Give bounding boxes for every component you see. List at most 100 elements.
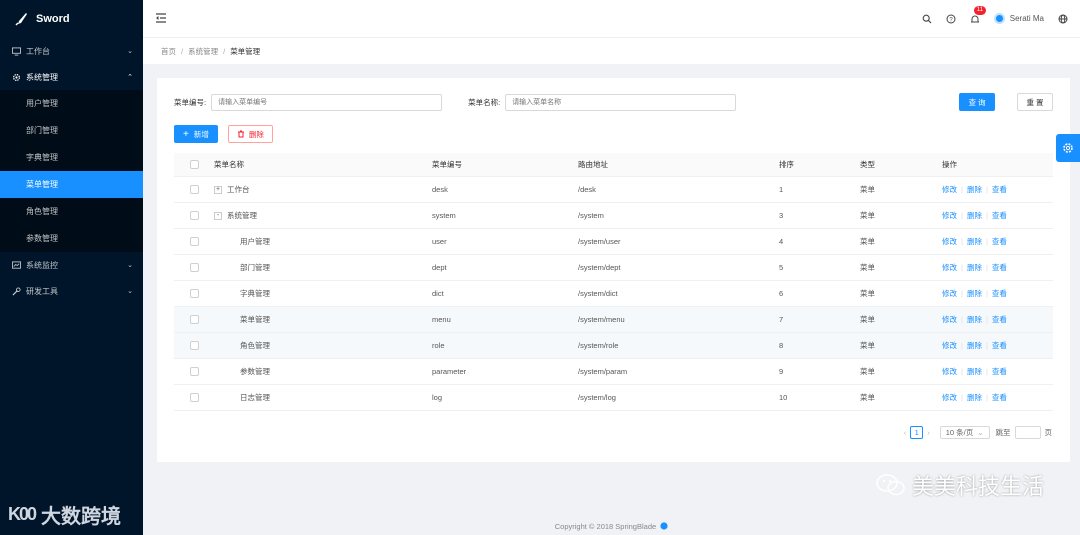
- menu-fold-icon[interactable]: [155, 12, 167, 24]
- sidebar-item-roles[interactable]: 角色管理: [0, 198, 143, 225]
- edit-link[interactable]: 修改: [942, 366, 957, 377]
- github-icon[interactable]: [660, 522, 668, 530]
- view-link[interactable]: 查看: [992, 340, 1007, 351]
- page-number[interactable]: 1: [910, 426, 924, 439]
- view-link[interactable]: 查看: [992, 392, 1007, 403]
- row-checkbox[interactable]: [189, 237, 199, 246]
- edit-link[interactable]: 修改: [942, 210, 957, 221]
- breadcrumb-system[interactable]: 系统管理: [188, 46, 218, 57]
- sidebar-group-workbench[interactable]: 工作台 ⌄: [0, 38, 143, 64]
- cell-name: 参数管理: [214, 359, 432, 384]
- next-page-icon[interactable]: ›: [927, 428, 930, 437]
- table-row[interactable]: 参数管理 parameter /system/param 9 菜单 修改 | 删除…: [174, 359, 1053, 385]
- menu-name: 菜单管理: [240, 315, 270, 324]
- table-row[interactable]: 角色管理 role /system/role 8 菜单 修改 | 删除 | 查看: [174, 333, 1053, 359]
- table-row[interactable]: 部门管理 dept /system/dept 5 菜单 修改 | 删除 | 查看: [174, 255, 1053, 281]
- view-link[interactable]: 查看: [992, 210, 1007, 221]
- notification-bell[interactable]: 11: [970, 5, 986, 24]
- select-all-checkbox[interactable]: [189, 160, 199, 169]
- delete-link[interactable]: 删除: [967, 210, 982, 221]
- add-button[interactable]: + 新增: [174, 125, 218, 143]
- cell-sort: 8: [779, 341, 784, 350]
- cell-code: desk: [432, 185, 448, 194]
- edit-link[interactable]: 修改: [942, 236, 957, 247]
- menu-name: 字典管理: [240, 289, 270, 298]
- view-link[interactable]: 查看: [992, 288, 1007, 299]
- row-checkbox[interactable]: [189, 289, 199, 298]
- sidebar-item-menus[interactable]: 菜单管理: [0, 171, 143, 198]
- help-icon[interactable]: ?: [946, 14, 956, 24]
- view-link[interactable]: 查看: [992, 262, 1007, 273]
- delete-link[interactable]: 删除: [967, 288, 982, 299]
- cell-ops: 修改 | 删除 | 查看: [942, 307, 1053, 332]
- delete-link[interactable]: 删除: [967, 392, 982, 403]
- jump-page-input[interactable]: [1014, 426, 1041, 439]
- collapse-icon[interactable]: -: [214, 211, 222, 220]
- menu-code-input[interactable]: [211, 93, 443, 111]
- row-checkbox[interactable]: [189, 263, 199, 272]
- delete-link[interactable]: 删除: [967, 262, 982, 273]
- row-checkbox[interactable]: [189, 393, 199, 402]
- sidebar-item-users[interactable]: 用户管理: [0, 90, 143, 117]
- sidebar-item-departments[interactable]: 部门管理: [0, 117, 143, 144]
- menu-name-input[interactable]: [505, 93, 737, 111]
- view-link[interactable]: 查看: [992, 184, 1007, 195]
- cell-path: /system/dict: [578, 289, 618, 298]
- prev-page-icon[interactable]: ‹: [904, 428, 907, 437]
- table-row[interactable]: 菜单管理 menu /system/menu 7 菜单 修改 | 删除 | 查看: [174, 307, 1053, 333]
- delete-link[interactable]: 删除: [967, 340, 982, 351]
- cell-code: system: [432, 211, 456, 220]
- settings-drawer-button[interactable]: [1056, 134, 1080, 162]
- delete-link[interactable]: 删除: [967, 236, 982, 247]
- view-link[interactable]: 查看: [992, 236, 1007, 247]
- edit-link[interactable]: 修改: [942, 288, 957, 299]
- delete-button[interactable]: 删除: [227, 125, 273, 143]
- sidebar-group-system[interactable]: 系统管理 ⌃: [0, 64, 143, 90]
- bell-icon: [970, 15, 979, 22]
- edit-link[interactable]: 修改: [942, 340, 957, 351]
- query-button[interactable]: 查 询: [959, 93, 995, 111]
- delete-link[interactable]: 删除: [967, 366, 982, 377]
- copyright-text: Copyright © 2018 SpringBlade: [554, 522, 657, 531]
- table-row[interactable]: - 系统管理 system /system 3 菜单 修改 | 删除 | 查看: [174, 203, 1053, 229]
- cell-type: 菜单: [860, 315, 875, 324]
- breadcrumb-home[interactable]: 首页: [161, 46, 176, 57]
- sidebar-item-dictionary[interactable]: 字典管理: [0, 144, 143, 171]
- view-link[interactable]: 查看: [992, 314, 1007, 325]
- reset-button[interactable]: 重 置: [1017, 93, 1053, 111]
- edit-link[interactable]: 修改: [942, 392, 957, 403]
- row-checkbox[interactable]: [189, 315, 199, 324]
- sidebar-group-devtools[interactable]: 研发工具 ⌄: [0, 278, 143, 304]
- expand-icon[interactable]: +: [214, 185, 222, 194]
- row-checkbox[interactable]: [189, 185, 199, 194]
- row-checkbox[interactable]: [189, 367, 199, 376]
- page-size-select[interactable]: 10 条/页 ⌄: [939, 426, 990, 439]
- footer: Copyright © 2018 SpringBlade: [143, 522, 1080, 531]
- view-link[interactable]: 查看: [992, 366, 1007, 377]
- cell-path: /system/log: [578, 393, 616, 402]
- table-row[interactable]: + 工作台 desk /desk 1 菜单 修改 | 删除 | 查看: [174, 177, 1053, 203]
- table-row[interactable]: 字典管理 dict /system/dict 6 菜单 修改 | 删除 | 查看: [174, 281, 1053, 307]
- menu-name: 参数管理: [240, 367, 270, 376]
- delete-link[interactable]: 删除: [967, 314, 982, 325]
- page-size-value: 10 条/页: [945, 428, 974, 437]
- edit-link[interactable]: 修改: [942, 184, 957, 195]
- user-menu[interactable]: Serati Ma: [993, 13, 1044, 24]
- row-checkbox[interactable]: [189, 341, 199, 350]
- edit-link[interactable]: 修改: [942, 314, 957, 325]
- cell-name: - 系统管理: [214, 203, 432, 228]
- cell-ops: 修改 | 删除 | 查看: [942, 229, 1053, 254]
- delete-link[interactable]: 删除: [967, 184, 982, 195]
- table-row[interactable]: 用户管理 user /system/user 4 菜单 修改 | 删除 | 查看: [174, 229, 1053, 255]
- menu-name: 用户管理: [240, 237, 270, 246]
- app-logo[interactable]: Sword: [0, 0, 143, 38]
- sidebar-item-parameters[interactable]: 参数管理: [0, 225, 143, 252]
- table-row[interactable]: 日志管理 log /system/log 10 菜单 修改 | 删除 | 查看: [174, 385, 1053, 411]
- row-checkbox[interactable]: [189, 211, 199, 220]
- chevron-down-icon: ⌄: [127, 288, 133, 295]
- row-select-cell: [174, 385, 214, 410]
- sidebar-group-monitor[interactable]: 系统监控 ⌄: [0, 252, 143, 278]
- edit-link[interactable]: 修改: [942, 262, 957, 273]
- globe-icon[interactable]: [1058, 14, 1068, 24]
- search-icon[interactable]: [922, 14, 932, 24]
